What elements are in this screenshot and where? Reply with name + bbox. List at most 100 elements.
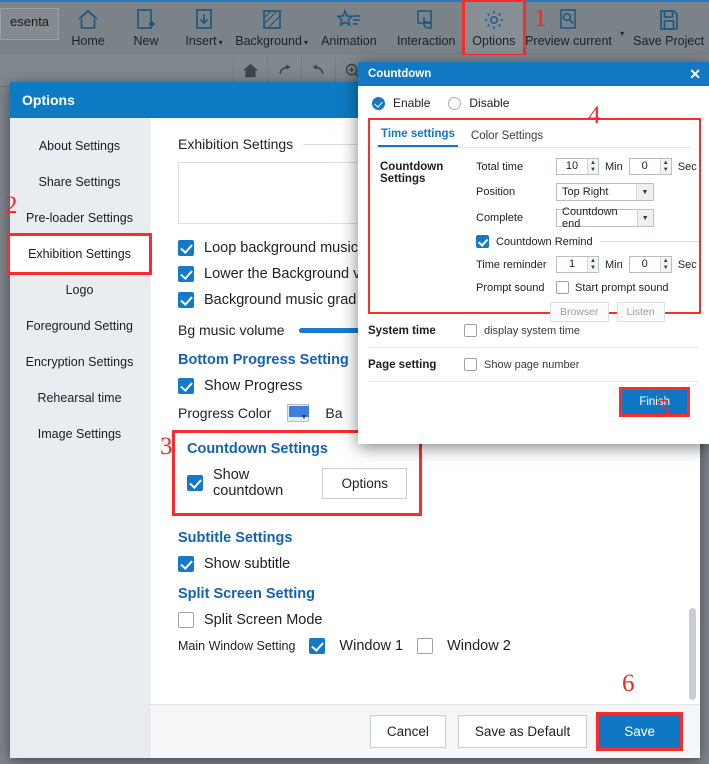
ribbon-button-animation[interactable]: Animation [310,2,387,54]
sidebar-item-share-settings[interactable]: Share Settings [10,164,149,200]
cancel-button[interactable]: Cancel [369,715,446,748]
radio-enable[interactable] [372,96,385,110]
annotation-3: 3 [160,433,173,460]
toolbar-undo-icon[interactable] [301,56,335,85]
time-reminder-seconds-spinner[interactable]: 0 ▲ ▼ [628,256,672,273]
label-complete: Complete [476,212,524,224]
listen-button[interactable]: Listen [616,302,665,322]
checkbox-countdown-remind[interactable] [476,235,489,248]
countdown-dialog: Countdown ✕ Enable Disable Time settings… [358,62,709,444]
close-icon[interactable]: ✕ [689,67,701,81]
time-reminder-minutes-spinner[interactable]: 1 ▲ ▼ [556,256,599,273]
total-time-minutes-spinner[interactable]: 10 ▲ ▼ [556,158,599,175]
options-sidebar: About Settings Share Settings Pre-loader… [7,118,152,758]
total-time-minutes-value: 10 [565,160,579,172]
progress-color-swatch[interactable]: ▼ [287,404,310,422]
ribbon-button-home[interactable]: Home [59,2,117,54]
ribbon-button-insert[interactable]: Insert ▾ [175,2,233,54]
spinner-arrows-icon[interactable]: ▲ ▼ [587,159,598,174]
complete-select[interactable]: Countdown end ▼ [556,206,654,230]
subtitle-settings-heading: Subtitle Settings [178,530,293,546]
new-page-icon [135,6,157,34]
annotation-5: 5 [657,395,670,422]
sidebar-item-about-settings[interactable]: About Settings [10,128,149,164]
checkbox-show-countdown[interactable] [187,475,203,491]
checkbox-show-page-number[interactable] [464,358,477,371]
ribbon-button-interaction[interactable]: Interaction [388,2,465,54]
toolbar-redo-icon[interactable] [267,56,301,85]
countdown-dialog-titlebar: Countdown ✕ [358,62,709,86]
label-split-screen-mode: Split Screen Mode [204,612,323,628]
sidebar-item-logo[interactable]: Logo [10,272,149,308]
label-progress-color: Progress Color [178,405,272,421]
position-row: Position Top Right ▼ [476,183,699,201]
ribbon-button-save-project[interactable]: Save Project [628,2,709,54]
spinner-arrows-icon[interactable]: ▲ ▼ [659,257,671,272]
finish-button[interactable]: Finish [622,390,687,414]
checkbox-row-show-subtitle[interactable]: Show subtitle [178,556,684,572]
checkbox-split-screen-mode[interactable] [178,612,194,628]
ribbon-button-background[interactable]: Background ▾ [233,2,310,54]
annotation-2: 2 [5,192,18,219]
sidebar-item-encryption-settings[interactable]: Encryption Settings [10,344,149,380]
checkbox-lower-background-volume[interactable] [178,266,194,282]
options-vertical-scrollbar[interactable] [689,608,696,700]
total-time-seconds-spinner[interactable]: 0 ▲ ▼ [628,158,672,175]
ribbon-preview-dropdown[interactable]: ▾ [614,2,628,54]
label-main-window-setting: Main Window Setting [178,639,296,653]
unit-time-reminder-min: Min [605,258,623,271]
position-select[interactable]: Top Right ▼ [556,183,654,201]
checkbox-show-subtitle[interactable] [178,556,194,572]
checkbox-loop-background-music[interactable] [178,240,194,256]
checkbox-background-music-gradient[interactable] [178,292,194,308]
tab-time-settings[interactable]: Time settings [378,126,458,147]
ribbon-label-interaction: Interaction [397,34,456,48]
gear-icon [482,6,506,34]
spinner-arrows-icon[interactable]: ▲ ▼ [659,159,671,174]
insert-icon [193,6,215,34]
chevron-down-icon: ▼ [636,184,653,200]
label-page-setting: Page setting [368,358,437,371]
checkbox-window-1[interactable] [309,638,326,654]
save-button-highlight: Save [596,712,683,751]
page-setting-value[interactable]: Show page number [464,358,579,371]
save-button[interactable]: Save [599,715,680,748]
sidebar-item-foreground-setting[interactable]: Foreground Setting [10,308,149,344]
sidebar-item-exhibition-settings[interactable]: Exhibition Settings [7,233,152,275]
ribbon-tab-presenta[interactable]: esenta [0,8,60,40]
ribbon-button-new[interactable]: New [117,2,175,54]
ribbon-button-options[interactable]: Options [461,0,526,57]
countdown-remind-row[interactable]: Countdown Remind [476,235,699,248]
save-as-default-button[interactable]: Save as Default [457,715,588,748]
label-show-progress: Show Progress [204,378,303,394]
radio-disable[interactable] [448,96,462,110]
label-background-music-gradient: Background music grad [204,292,357,308]
exhibition-settings-title: Exhibition Settings [178,136,294,152]
sidebar-item-pre-loader-settings[interactable]: Pre-loader Settings [10,200,149,236]
unit-total-time-sec: Sec [677,160,697,173]
toolbar-home-icon[interactable] [233,56,267,85]
checkbox-start-prompt-sound[interactable] [556,281,569,294]
tab-color-settings[interactable]: Color Settings [468,128,546,147]
ribbon-toolbar: esenta Home New Insert ▾ Background ▾ An… [0,0,709,57]
enable-disable-row: Enable Disable [358,86,709,118]
countdown-options-button[interactable]: Options [322,467,407,499]
home-icon [76,6,100,34]
checkbox-display-system-time[interactable] [464,324,477,337]
countdown-tabs: Time settings Color Settings [370,120,699,147]
checkbox-show-progress[interactable] [178,378,194,394]
complete-row: Complete Countdown end ▼ [476,206,699,230]
ribbon-label-new: New [133,34,159,48]
ribbon-label-preview-current: Preview current [525,34,612,48]
ribbon-label-options: Options [472,34,516,48]
label-show-page-number: Show page number [484,358,580,371]
checkbox-row-show-countdown[interactable]: Show countdown [187,467,298,499]
checkbox-row-split-screen-mode[interactable]: Split Screen Mode [178,612,684,628]
sidebar-item-rehearsal-time[interactable]: Rehearsal time [10,380,149,416]
sidebar-item-image-settings[interactable]: Image Settings [10,416,149,452]
browser-button[interactable]: Browser [550,302,609,322]
options-footer: Cancel Save as Default Save [150,704,700,758]
label-window-2: Window 2 [447,638,511,654]
checkbox-window-2[interactable] [417,638,434,654]
spinner-arrows-icon[interactable]: ▲ ▼ [587,257,598,272]
